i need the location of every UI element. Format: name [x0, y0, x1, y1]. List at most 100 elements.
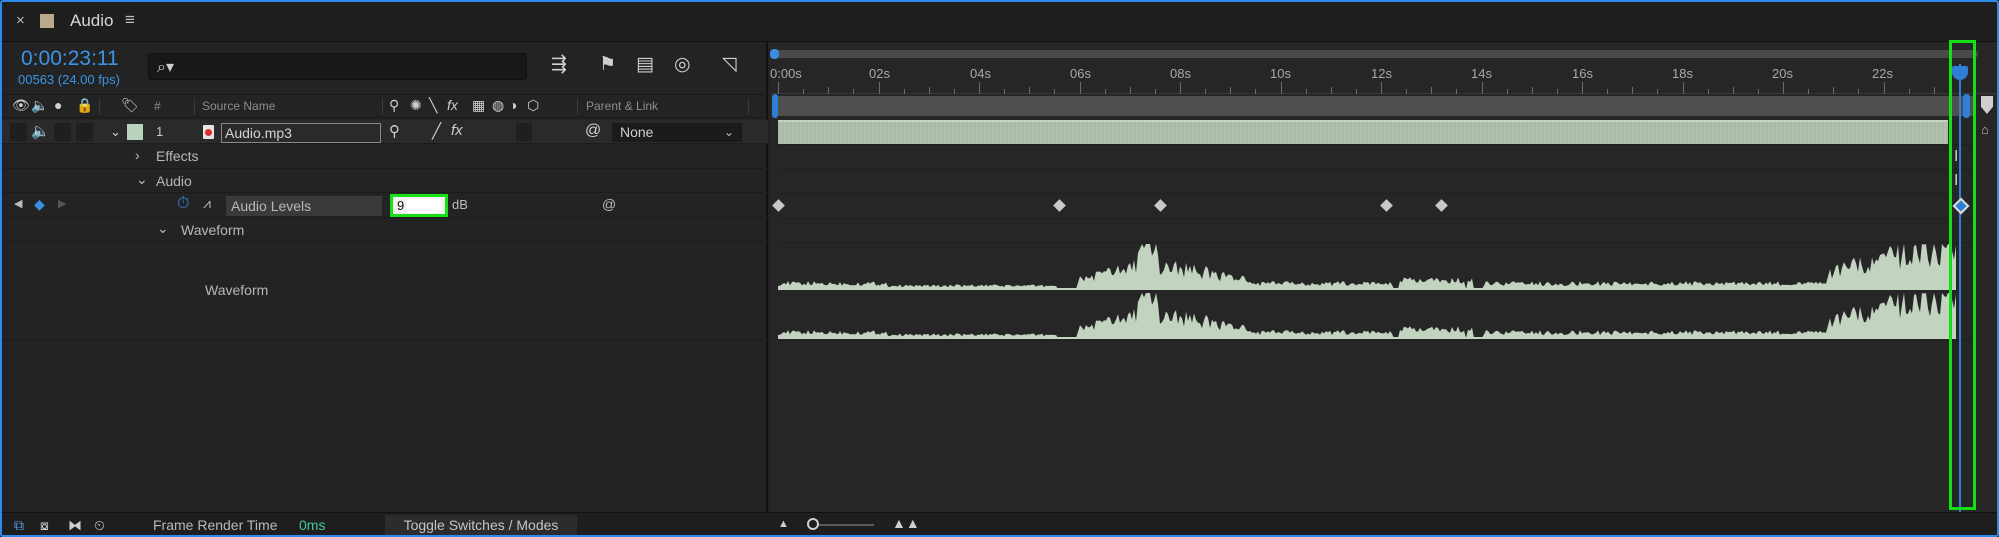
- add-keyframe-icon[interactable]: ◆: [34, 196, 45, 213]
- expand-chevron-icon[interactable]: ›: [135, 147, 140, 163]
- audio-levels-value[interactable]: 9: [397, 198, 404, 213]
- layer-name-field[interactable]: Audio.mp3: [221, 123, 381, 143]
- ruler-tick: [1280, 82, 1282, 94]
- text-cursor-area: [407, 199, 441, 213]
- draft-3d-icon[interactable]: ⚑: [599, 53, 616, 76]
- next-keyframe-icon[interactable]: ▶: [58, 197, 66, 210]
- comp-button-icon[interactable]: ⌂: [1981, 122, 1989, 137]
- lock-icon[interactable]: 🔒: [76, 97, 93, 114]
- keyframe[interactable]: [772, 199, 785, 212]
- adjustment-layer-switch-icon[interactable]: ◑: [509, 97, 517, 113]
- lock-toggle[interactable]: [76, 123, 93, 141]
- keyframe[interactable]: [1435, 199, 1449, 212]
- motion-blur-icon[interactable]: ◎: [674, 53, 691, 76]
- audio-speaker-icon[interactable]: 🔈: [31, 97, 48, 114]
- ruler-tick: [1582, 82, 1583, 94]
- stopwatch-icon[interactable]: ⏱: [177, 195, 189, 213]
- composition-tab-title[interactable]: Audio: [70, 11, 113, 31]
- expand-chevron-icon[interactable]: ⌄: [110, 124, 121, 140]
- layer-row[interactable]: 🔈 ⌄ 1 Audio.mp3 ⚲ ╱ fx @ None ⌄: [2, 120, 768, 144]
- shy-switch-icon[interactable]: ⚲: [389, 97, 399, 114]
- keyframe[interactable]: [1380, 199, 1393, 212]
- ruler-tick: [1054, 89, 1056, 94]
- ruler-tick: [1305, 89, 1307, 94]
- effects-group-row[interactable]: › Effects: [2, 144, 768, 169]
- label-tag-icon[interactable]: 🏷: [121, 97, 139, 114]
- transfer-controls-pane-icon[interactable]: ⧇: [40, 517, 49, 534]
- frame-count-display: 00563 (24.00 fps): [18, 72, 120, 87]
- column-parent-link-header[interactable]: Parent & Link: [586, 99, 658, 113]
- collapse-chevron-icon[interactable]: ⌄: [136, 171, 148, 188]
- waveform-channel: [778, 244, 1956, 289]
- time-ruler[interactable]: 0:00s 02s 04s 06s 08s 10s 12s 14s 16s 18…: [770, 58, 1997, 94]
- frame-blending-icon[interactable]: ▤: [636, 53, 654, 76]
- zoom-slider-knob[interactable]: [807, 518, 819, 530]
- motion-blur-switch-icon[interactable]: ◍: [492, 97, 504, 114]
- collapse-switch-icon[interactable]: ✺: [410, 97, 422, 114]
- zoom-out-icon[interactable]: ▲: [778, 518, 789, 530]
- layer-label-color[interactable]: [127, 124, 143, 140]
- adjustment-switch[interactable]: [516, 123, 532, 141]
- effects-switch-icon[interactable]: fx: [447, 97, 458, 113]
- keyframe[interactable]: [1053, 199, 1067, 212]
- ruler-tick: [1355, 89, 1357, 94]
- solo-toggle[interactable]: [54, 123, 71, 141]
- zoom-in-icon[interactable]: ▲▲: [892, 515, 920, 531]
- ruler-tick: [1607, 89, 1609, 94]
- panel-menu-icon[interactable]: ≡: [125, 10, 135, 30]
- composition-mini-flowchart-icon[interactable]: ⇶: [551, 53, 567, 76]
- ruler-tick: [928, 87, 930, 94]
- effects-switch-icon[interactable]: fx: [451, 122, 463, 139]
- layer-duration-bar[interactable]: [778, 120, 1948, 144]
- time-navigator-bar[interactable]: [774, 50, 1978, 58]
- audio-enabled-icon[interactable]: 🔈: [31, 122, 50, 140]
- video-toggle[interactable]: [10, 123, 27, 141]
- ruler-tick: [1657, 89, 1659, 94]
- toggle-switches-modes-button[interactable]: Toggle Switches / Modes: [385, 515, 577, 535]
- render-time-pane-icon[interactable]: ⏲: [94, 517, 105, 534]
- audio-levels-row[interactable]: ◀ ◆ ▶ ⏱ ⩘ Audio Levels 9 dB @: [2, 193, 768, 218]
- audio-group-row[interactable]: ⌄ Audio: [2, 169, 768, 193]
- collapse-chevron-icon[interactable]: ⌄: [157, 220, 169, 237]
- ruler-tick: [1933, 87, 1935, 94]
- parent-pick-whip-icon[interactable]: @: [585, 122, 601, 140]
- timeline-footer: ⧉ ⧇ ⧓ ⏲ Frame Render Time 0ms Toggle Swi…: [2, 512, 1997, 535]
- in-out-pane-icon[interactable]: ⧓: [68, 517, 82, 534]
- layer-switches-pane-icon[interactable]: ⧉: [14, 517, 24, 534]
- audio-group-label: Audio: [156, 173, 192, 189]
- keyframe[interactable]: [1154, 199, 1167, 212]
- column-number-header[interactable]: #: [154, 99, 161, 113]
- search-input[interactable]: ⌕▾: [148, 53, 527, 80]
- previous-keyframe-icon[interactable]: ◀: [14, 197, 22, 210]
- zoom-slider-track[interactable]: [814, 524, 874, 526]
- audio-waveform: [778, 244, 1956, 339]
- timeline-pane[interactable]: 0:00s 02s 04s 06s 08s 10s 12s 14s 16s 18…: [770, 40, 1997, 512]
- expression-pick-whip-icon[interactable]: @: [602, 196, 616, 212]
- audio-levels-value-field[interactable]: 9: [390, 194, 448, 217]
- shy-switch-icon[interactable]: ⚲: [389, 122, 400, 140]
- ruler-tick: [1707, 89, 1709, 94]
- parent-dropdown[interactable]: None ⌄: [612, 123, 742, 142]
- tick-label: 10s: [1270, 66, 1291, 81]
- ruler-tick: [853, 89, 855, 94]
- ruler-tick: [803, 89, 805, 94]
- solo-icon[interactable]: ●: [54, 97, 62, 113]
- waveform-group-row[interactable]: ⌄ Waveform: [2, 218, 768, 242]
- quality-switch-icon[interactable]: ╱: [432, 122, 441, 140]
- column-source-name-header[interactable]: Source Name: [202, 99, 275, 113]
- video-visibility-icon[interactable]: 👁: [12, 97, 30, 114]
- ruler-tick: [1154, 89, 1156, 94]
- frame-blend-switch-icon[interactable]: ▦: [472, 97, 485, 114]
- graph-icon[interactable]: ⩘: [203, 195, 211, 212]
- work-area-start-handle[interactable]: [772, 94, 778, 118]
- composition-color-swatch: [40, 14, 54, 28]
- 3d-layer-switch-icon[interactable]: ⬡: [527, 97, 539, 114]
- work-area-bar[interactable]: [778, 96, 1973, 116]
- waveform-group-label: Waveform: [181, 222, 245, 238]
- current-time-display[interactable]: 0:00:23:11: [21, 47, 119, 71]
- timeline-panel: × Audio ≡ 0:00:23:11 00563 (24.00 fps) ⌕…: [0, 0, 1999, 537]
- graph-editor-icon[interactable]: ◹: [722, 53, 737, 76]
- quality-switch-icon[interactable]: ╲: [429, 97, 437, 114]
- close-tab-icon[interactable]: ×: [16, 12, 25, 29]
- tick-label: 20s: [1772, 66, 1793, 81]
